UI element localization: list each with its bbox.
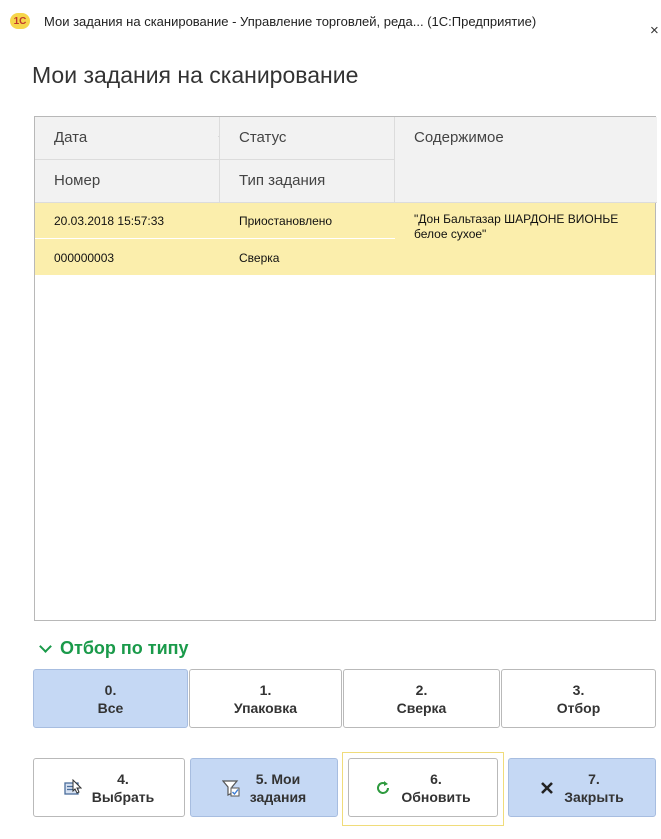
- column-header-status[interactable]: Статус: [220, 117, 394, 159]
- refresh-button[interactable]: 6. Обновить: [348, 758, 498, 817]
- window-close-icon[interactable]: ×: [650, 22, 659, 39]
- window-title: Мои задания на сканирование - Управление…: [44, 13, 537, 29]
- column-header-date[interactable]: Дата: [35, 117, 219, 159]
- select-label: Выбрать: [91, 788, 155, 805]
- column-header-content-label: Содержимое: [414, 129, 504, 146]
- my-tasks-button[interactable]: 5. Мои задания: [190, 758, 338, 817]
- my-tasks-number: 5. Мои: [255, 770, 301, 787]
- chevron-down-icon: [39, 640, 52, 653]
- column-header-task-type[interactable]: Тип задания: [220, 160, 394, 202]
- filter-packing-number: 1.: [259, 681, 272, 698]
- refresh-icon: [375, 780, 391, 796]
- select-button[interactable]: 4. Выбрать: [33, 758, 185, 817]
- cell-status: Приостановлено: [239, 214, 333, 228]
- page-title: Мои задания на сканирование: [32, 62, 359, 88]
- filter-all-number: 0.: [104, 681, 117, 698]
- column-header-task-type-label: Тип задания: [239, 172, 326, 189]
- cell-task-type: Сверка: [239, 251, 280, 265]
- column-header-content[interactable]: Содержимое: [395, 117, 657, 202]
- refresh-number: 6.: [430, 770, 442, 787]
- close-number: 7.: [588, 770, 600, 787]
- filter-picking-label: Отбор: [556, 699, 601, 716]
- filter-reconcile-label: Сверка: [396, 699, 447, 716]
- tasks-table: Дата ↓ Статус Содержимое Номер Тип задан…: [34, 116, 657, 621]
- column-header-number-label: Номер: [54, 172, 101, 189]
- filter-picking-button[interactable]: 3. Отбор: [501, 669, 656, 728]
- cell-content: "Дон Бальтазар ШАРДОНЕ ВИОНЬЕ белое сухо…: [414, 212, 619, 241]
- filter-reconcile-number: 2.: [415, 681, 428, 698]
- filter-group-label: Отбор по типу: [60, 638, 189, 658]
- close-label: Закрыть: [564, 788, 624, 805]
- cell-date: 20.03.2018 15:57:33: [54, 214, 165, 228]
- filter-group-title[interactable]: Отбор по типу: [37, 638, 189, 659]
- column-header-number[interactable]: Номер: [35, 160, 219, 202]
- refresh-label: Обновить: [401, 788, 471, 805]
- filter-reconcile-button[interactable]: 2. Сверка: [343, 669, 500, 728]
- close-button[interactable]: 7. Закрыть: [508, 758, 656, 817]
- app-logo-icon: 1С: [10, 13, 30, 29]
- cell-number: 000000003: [54, 251, 115, 265]
- column-header-status-label: Статус: [239, 129, 287, 146]
- my-tasks-label: задания: [249, 788, 307, 805]
- filter-icon: [221, 779, 240, 797]
- select-number: 4.: [117, 770, 129, 787]
- column-header-date-label: Дата: [54, 129, 88, 146]
- filter-all-label: Все: [97, 699, 124, 716]
- close-icon: [540, 781, 554, 795]
- filter-all-button[interactable]: 0. Все: [33, 669, 188, 728]
- row-divider: [35, 238, 395, 239]
- filter-packing-label: Упаковка: [233, 699, 298, 716]
- window-titlebar: 1С Мои задания на сканирование - Управле…: [0, 0, 661, 42]
- header-divider: [35, 159, 395, 160]
- table-row[interactable]: 20.03.2018 15:57:33 Приостановлено "Дон …: [35, 203, 655, 275]
- select-icon: [64, 778, 82, 797]
- filter-packing-button[interactable]: 1. Упаковка: [189, 669, 342, 728]
- filter-picking-number: 3.: [572, 681, 585, 698]
